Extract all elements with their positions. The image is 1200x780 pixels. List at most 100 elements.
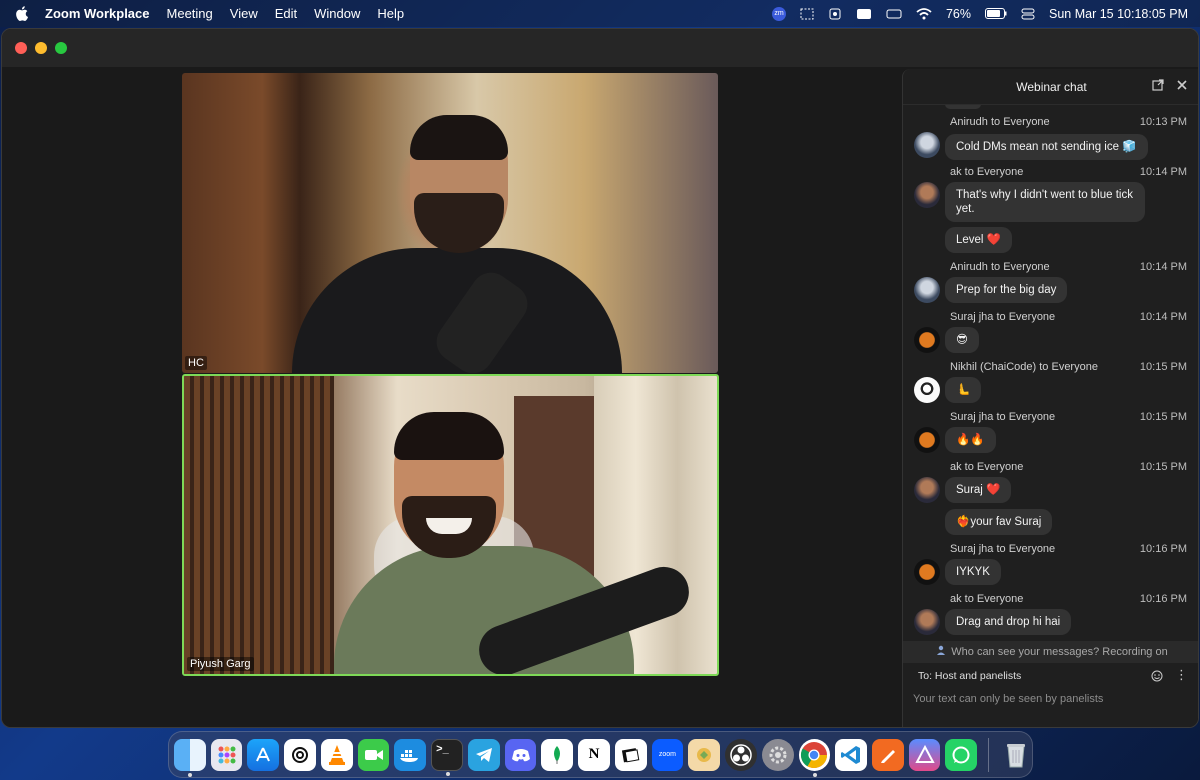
pop-out-icon[interactable] [1152,79,1164,94]
privacy-notice[interactable]: Who can see your messages? Recording on [903,641,1198,663]
message-time: 10:15 PM [1139,461,1187,473]
chat-header: Webinar chat [903,69,1198,105]
background-wall-panels [184,376,334,674]
message-time: 10:14 PM [1139,311,1187,323]
vlc-icon[interactable] [320,738,353,771]
xcode-icon[interactable] [908,738,941,771]
terminal-icon[interactable]: >_ [431,738,463,776]
message-bubble[interactable]: 🫷 [945,377,982,403]
trash-icon[interactable] [1000,739,1032,771]
keyboard-icon[interactable] [856,7,872,21]
menu-edit[interactable]: Edit [275,6,297,21]
wifi-icon[interactable] [916,7,932,21]
message-bubble[interactable]: 😎 [945,327,979,353]
menubar-clock[interactable]: Sun Mar 15 10:18:05 PM [1049,7,1188,21]
system-settings-icon[interactable] [761,738,794,771]
chat-message-list[interactable]: Anirudh to Everyone 10:13 PM Cold DMs me… [903,105,1198,641]
menu-bar: Zoom Workplace Meeting View Edit Window … [0,0,1200,27]
telegram-icon[interactable] [467,738,500,771]
app-store-icon[interactable] [247,738,280,771]
battery-icon[interactable] [985,7,1007,21]
screen-capture-icon[interactable] [800,7,814,21]
launchpad-icon[interactable] [210,738,243,771]
control-center-icon[interactable] [1021,7,1035,21]
screen-share-icon[interactable] [828,7,842,21]
fullscreen-window-button[interactable] [55,42,67,54]
message-sender: ak to Everyone [950,593,1024,605]
pencil-app-icon[interactable] [872,738,904,771]
people-icon [936,645,947,659]
menu-view[interactable]: View [230,6,258,21]
zoom-status-icon[interactable]: zm [771,6,786,21]
video-stage: HC Piyush Garg [2,67,902,727]
notion-icon[interactable]: N [578,738,610,771]
apple-menu-icon[interactable] [15,6,31,21]
message-bubble[interactable]: IYKYK [945,559,1001,585]
obs-icon[interactable] [725,738,757,771]
window-titlebar[interactable] [2,29,1198,67]
facetime-icon[interactable] [357,738,390,771]
avatar[interactable] [914,277,940,303]
emoji-icon[interactable] [1151,669,1163,687]
zoom-icon[interactable]: zoom [651,738,684,771]
message-bubble[interactable]: Cold DMs mean not sending ice 🧊 [945,134,1148,160]
close-icon[interactable] [1176,79,1188,94]
avatar[interactable] [914,559,940,585]
avatar[interactable] [914,377,940,403]
webinar-chat-panel: Webinar chat Anirudh to Everyone 10:13 P… [902,69,1198,727]
message-bubble[interactable]: Level ❤️ [945,227,1013,253]
chat-title: Webinar chat [1016,79,1087,94]
participant-name-tag: Piyush Garg [187,657,254,671]
participant-video-hair [394,412,504,460]
display-icon[interactable] [886,7,902,21]
finder-icon[interactable] [174,738,206,777]
message-bubble[interactable]: 🔥🔥 [945,427,996,453]
avatar[interactable] [914,477,940,503]
video-tile-piyush-garg[interactable]: Piyush Garg [182,374,719,676]
participant-video-hair [410,115,508,160]
chatgpt-icon[interactable] [284,738,316,771]
avatar[interactable] [914,132,940,158]
menu-help[interactable]: Help [377,6,404,21]
menu-window[interactable]: Window [314,6,360,21]
whatsapp-icon[interactable] [945,738,978,771]
message-sender: Suraj jha to Everyone [950,543,1056,555]
mongodb-compass-icon[interactable] [541,738,574,771]
message-sender: Suraj jha to Everyone [950,311,1056,323]
zoom-meeting-window: HC Piyush Garg Webinar chat Anirudh to E… [1,28,1199,728]
battery-percent: 76% [945,6,972,21]
message-bubble[interactable]: Prep for the big day [945,277,1068,303]
recipient-selector[interactable]: To: Host and panelists [918,670,1021,682]
participant-name-tag: HC [185,356,207,370]
avatar[interactable] [914,427,940,453]
message-time: 10:15 PM [1139,361,1187,373]
avatar[interactable] [914,327,940,353]
message-bubble[interactable]: Suraj ❤️ [945,477,1012,503]
preview-icon[interactable] [614,738,647,771]
message-bubble[interactable]: ❤️‍🔥your fav Suraj [945,509,1053,535]
docker-icon[interactable] [394,738,427,771]
avatar[interactable] [914,609,940,635]
message-time: 10:13 PM [1139,116,1187,128]
menu-meeting[interactable]: Meeting [167,6,213,21]
close-window-button[interactable] [15,42,27,54]
message-bubble[interactable]: That's why I didn't went to blue tick ye… [945,182,1145,222]
video-tile-hc[interactable]: HC [182,73,718,373]
more-options-icon[interactable]: ⋮ [1175,667,1188,683]
message-sender: ak to Everyone [950,461,1024,473]
app-menu-zoom[interactable]: Zoom Workplace [45,6,150,21]
message-time: 10:14 PM [1139,166,1187,178]
minimize-window-button[interactable] [35,42,47,54]
chat-message-input[interactable] [913,689,1183,709]
vscode-icon[interactable] [835,738,867,771]
message-sender: Suraj jha to Everyone [950,411,1056,423]
archive-utility-icon[interactable] [688,738,721,771]
chat-bubble-partial [945,105,981,109]
avatar[interactable] [914,182,940,208]
message-time: 10:15 PM [1139,411,1187,423]
privacy-notice-text: Who can see your messages? Recording on [951,646,1168,658]
message-sender: Anirudh to Everyone [950,261,1050,273]
discord-icon[interactable] [504,738,537,771]
message-bubble[interactable]: Drag and drop hi hai [945,609,1072,635]
chrome-icon[interactable] [798,738,831,777]
